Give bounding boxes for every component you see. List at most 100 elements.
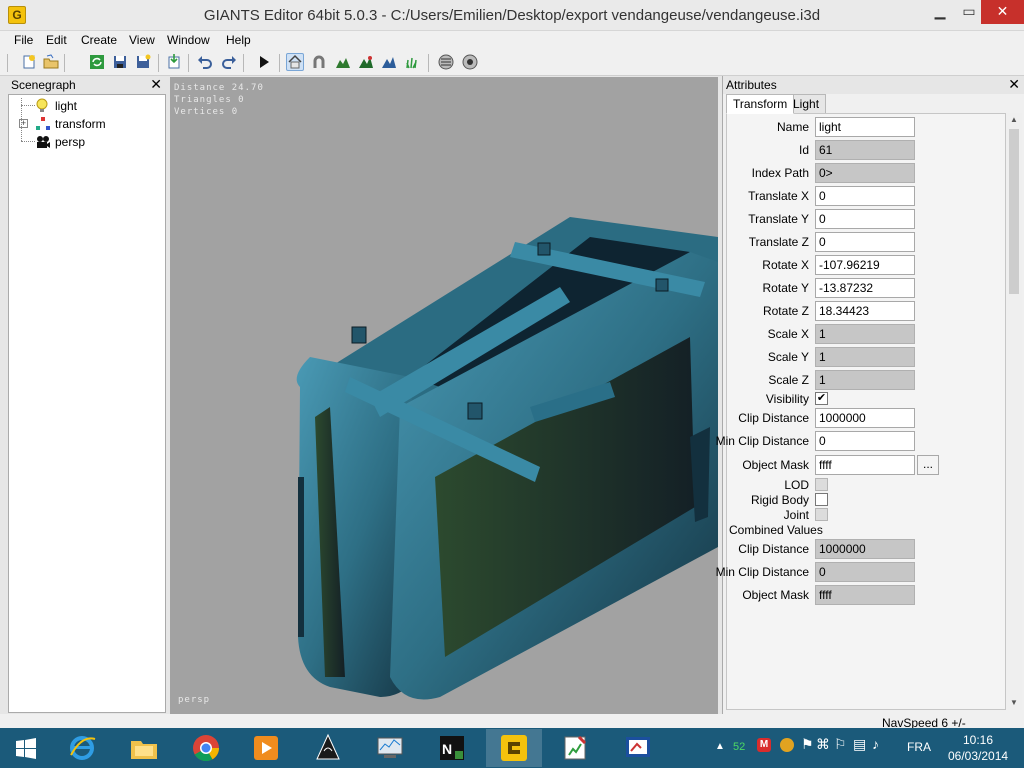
combined-object-mask-field: ffff [815, 585, 915, 605]
title-bar: G GIANTS Editor 64bit 5.0.3 - C:/Users/E… [0, 0, 1024, 31]
combined-values-heading: Combined Values [729, 523, 823, 537]
update-icon[interactable] [780, 738, 794, 752]
redo-icon[interactable] [220, 53, 238, 71]
scenegraph-title: Scenegraph [11, 78, 76, 92]
lod-label: LOD [784, 478, 809, 492]
wifi-icon[interactable]: ▤ [853, 736, 866, 753]
tree-node-transform[interactable]: + transform [13, 116, 163, 132]
open-icon[interactable] [42, 53, 60, 71]
rotate-x-label: Rotate X [762, 258, 809, 272]
home-icon[interactable] [286, 53, 304, 71]
attributes-form: Name light Id 61 Index Path 0> Translate… [716, 113, 1006, 710]
scroll-thumb[interactable] [1009, 129, 1019, 294]
menu-file[interactable]: File [14, 33, 33, 47]
menu-edit[interactable]: Edit [46, 33, 67, 47]
scroll-down-icon[interactable]: ▼ [1006, 696, 1022, 710]
save-icon[interactable] [111, 53, 129, 71]
translate-z-field[interactable]: 0 [815, 232, 915, 252]
combined-min-clip-distance-field: 0 [815, 562, 915, 582]
close-window-button[interactable]: ✕ [981, 0, 1024, 24]
paint-icon[interactable] [548, 729, 604, 767]
min-clip-distance-field[interactable]: 0 [815, 431, 915, 451]
chrome-icon[interactable] [178, 729, 234, 767]
tree-node-persp[interactable]: persp [13, 98, 163, 150]
rotate-z-field[interactable]: 18.34423 [815, 301, 915, 321]
name-field[interactable]: light [815, 117, 915, 137]
object-mask-field[interactable]: ffff [815, 455, 915, 475]
clip-distance-field[interactable]: 1000000 [815, 408, 915, 428]
light-icon [35, 98, 49, 118]
toolbar [0, 50, 1024, 76]
3d-viewport[interactable]: Distance 24.70 Triangles 0 Vertices 0 pe… [170, 77, 718, 714]
tree-node-light[interactable]: light [13, 98, 163, 114]
scroll-up-icon[interactable]: ▲ [1006, 113, 1022, 127]
mask-icon[interactable] [461, 53, 479, 71]
translate-y-field[interactable]: 0 [815, 209, 915, 229]
scale-x-field: 1 [815, 324, 915, 344]
new-icon[interactable] [20, 53, 38, 71]
attributes-panel: Attributes ✕ Transform Light Name light … [716, 76, 1024, 714]
file-explorer-icon[interactable] [116, 729, 172, 767]
clock-date[interactable]: 06/03/2014 [948, 749, 1008, 763]
scale-y-label: Scale Y [767, 350, 809, 364]
svg-text:N: N [442, 741, 452, 757]
resource-monitor-icon[interactable] [362, 729, 418, 767]
object-mask-browse-button[interactable]: ... [917, 455, 939, 475]
close-attributes-icon[interactable]: ✕ [1008, 76, 1020, 93]
translate-x-label: Translate X [748, 189, 809, 203]
security-flag-icon[interactable]: ⚑ [801, 736, 814, 753]
windows-start-icon[interactable] [0, 729, 52, 767]
antivirus-icon[interactable]: M [757, 738, 771, 752]
volume-icon[interactable]: ♪ [872, 736, 879, 752]
play-icon[interactable] [255, 53, 273, 71]
notepad-plus-icon[interactable]: N [424, 729, 480, 767]
visibility-checkbox[interactable]: ✔ [815, 392, 828, 405]
action-center-icon[interactable]: ⚐ [834, 736, 847, 753]
menu-create[interactable]: Create [81, 33, 117, 47]
tray-counter[interactable]: 52 [733, 741, 745, 753]
clock-time[interactable]: 10:16 [963, 733, 993, 747]
terrain-paint-icon[interactable] [357, 53, 375, 71]
language-indicator[interactable]: FRA [907, 740, 931, 754]
save-as-icon[interactable] [134, 53, 152, 71]
import-icon[interactable] [165, 53, 183, 71]
translate-x-field[interactable]: 0 [815, 186, 915, 206]
menu-window[interactable]: Window [167, 33, 210, 47]
harvester-model [296, 217, 718, 700]
rotate-y-label: Rotate Y [762, 281, 809, 295]
media-player-icon[interactable] [238, 729, 294, 767]
menu-help[interactable]: Help [226, 33, 251, 47]
terrain-icon[interactable] [334, 53, 352, 71]
visibility-label: Visibility [765, 392, 809, 406]
joint-checkbox [815, 508, 828, 521]
tree-node-label: transform [55, 117, 106, 131]
texture-icon[interactable] [437, 53, 455, 71]
taskbar: N ▲ 52 M ⚑ ⌘ ⚐ ▤ ♪ FRA 10:16 06/03/2014 [0, 728, 1024, 768]
attributes-scrollbar[interactable]: ▲ ▼ [1006, 113, 1022, 710]
id-label: Id [798, 143, 809, 157]
presentation-icon[interactable] [610, 729, 666, 767]
rigid-body-checkbox[interactable] [815, 493, 828, 506]
name-label: Name [776, 120, 809, 134]
magnet-icon[interactable] [310, 53, 328, 71]
rotate-x-field[interactable]: -107.96219 [815, 255, 915, 275]
rigid-body-label: Rigid Body [750, 493, 809, 507]
tab-transform[interactable]: Transform [726, 94, 795, 114]
translate-z-label: Translate Z [748, 235, 809, 249]
network-icon[interactable]: ⌘ [816, 736, 830, 753]
show-hidden-icons-icon[interactable]: ▲ [715, 741, 725, 752]
foliage-icon[interactable] [380, 53, 398, 71]
scale-z-field: 1 [815, 370, 915, 390]
refresh-icon[interactable] [88, 53, 106, 71]
grass-icon[interactable] [403, 53, 421, 71]
id-field: 61 [815, 140, 915, 160]
scale-y-field: 1 [815, 347, 915, 367]
undo-icon[interactable] [196, 53, 214, 71]
giants-editor-icon[interactable] [486, 729, 542, 767]
internet-explorer-icon[interactable] [54, 729, 110, 767]
rotate-y-field[interactable]: -13.87232 [815, 278, 915, 298]
inkscape-icon[interactable] [300, 729, 356, 767]
rotate-z-label: Rotate Z [762, 304, 809, 318]
menu-view[interactable]: View [129, 33, 155, 47]
close-scenegraph-icon[interactable]: ✕ [150, 76, 162, 93]
